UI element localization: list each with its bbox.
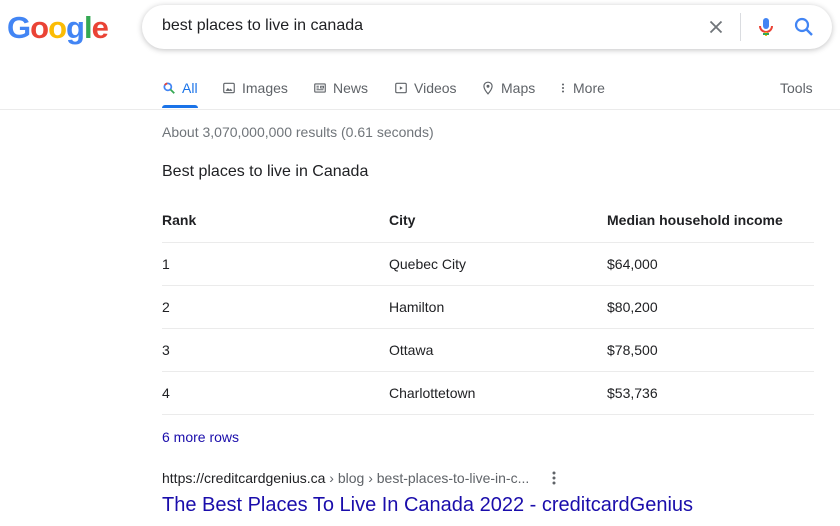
result-title-link[interactable]: The Best Places To Live In Canada 2022 -… <box>162 494 693 517</box>
result-breadcrumb: › blog › best-places-to-live-in-c... <box>325 470 530 486</box>
column-header: Median household income <box>607 198 814 243</box>
result-domain: https://creditcardgenius.ca <box>162 470 326 486</box>
tabs-divider <box>0 109 840 110</box>
logo-letter: g <box>66 10 85 45</box>
column-header: City <box>389 198 607 243</box>
search-box[interactable]: best places to live in canada <box>142 5 832 49</box>
search-icon <box>163 82 175 94</box>
cell-city: Charlottetown <box>389 371 607 415</box>
cell-rank: 3 <box>162 328 389 372</box>
cell-city: Hamilton <box>389 285 607 329</box>
tab-more[interactable]: More <box>559 80 605 108</box>
search-input[interactable]: best places to live in canada <box>162 17 363 35</box>
tab-videos[interactable]: Videos <box>394 80 457 108</box>
cell-city: Ottawa <box>389 328 607 372</box>
close-icon[interactable] <box>705 16 727 38</box>
tab-label: All <box>182 80 198 96</box>
map-pin-icon <box>483 81 493 95</box>
tools-label: Tools <box>780 80 813 96</box>
image-icon <box>223 82 235 94</box>
tab-label: News <box>333 80 369 96</box>
search-icon[interactable] <box>792 15 816 39</box>
active-tab-indicator <box>162 105 198 108</box>
more-rows-link[interactable]: 6 more rows <box>162 429 239 445</box>
result-stats: About 3,070,000,000 results (0.61 second… <box>162 124 434 140</box>
cell-city: Quebec City <box>389 242 607 286</box>
cell-income: $80,200 <box>607 285 814 329</box>
logo-letter: o <box>30 10 49 45</box>
tab-label: Maps <box>501 80 536 96</box>
snippet-table: Rank City Median household income 1 Queb… <box>162 198 814 415</box>
search-divider <box>740 13 741 41</box>
table-header-row: Rank City Median household income <box>162 198 814 243</box>
cell-rank: 1 <box>162 242 389 286</box>
more-vert-icon[interactable] <box>548 470 560 486</box>
result-url[interactable]: https://creditcardgenius.ca › blog › bes… <box>162 470 529 486</box>
table-row: 4 Charlottetown $53,736 <box>162 371 814 415</box>
microphone-icon[interactable] <box>754 15 778 39</box>
tab-all[interactable]: All <box>162 80 198 108</box>
cell-rank: 2 <box>162 285 389 329</box>
tools-button[interactable]: Tools <box>780 80 813 108</box>
cell-rank: 4 <box>162 371 389 415</box>
logo-letter: G <box>7 10 31 45</box>
google-logo[interactable]: Google <box>7 8 109 48</box>
cell-income: $53,736 <box>607 371 814 415</box>
column-header: Rank <box>162 198 389 243</box>
tab-news[interactable]: News <box>313 80 368 108</box>
tab-label: More <box>573 80 605 96</box>
tab-images[interactable]: Images <box>222 80 288 108</box>
more-vert-icon <box>561 83 565 93</box>
cell-income: $64,000 <box>607 242 814 286</box>
table-row: 3 Ottawa $78,500 <box>162 328 814 372</box>
tab-maps[interactable]: Maps <box>481 80 535 108</box>
tab-label: Images <box>242 80 288 96</box>
tab-label: Videos <box>414 80 457 96</box>
snippet-title: Best places to live in Canada <box>162 163 369 180</box>
table-row: 2 Hamilton $80,200 <box>162 285 814 329</box>
table-row: 1 Quebec City $64,000 <box>162 242 814 286</box>
logo-letter: o <box>48 10 67 45</box>
video-icon <box>395 82 407 94</box>
search-tabs: All Images News Videos Maps More Tools <box>0 70 840 110</box>
logo-letter: e <box>91 10 109 45</box>
news-icon <box>314 83 326 93</box>
cell-income: $78,500 <box>607 328 814 372</box>
logo-letter: l <box>83 10 93 45</box>
